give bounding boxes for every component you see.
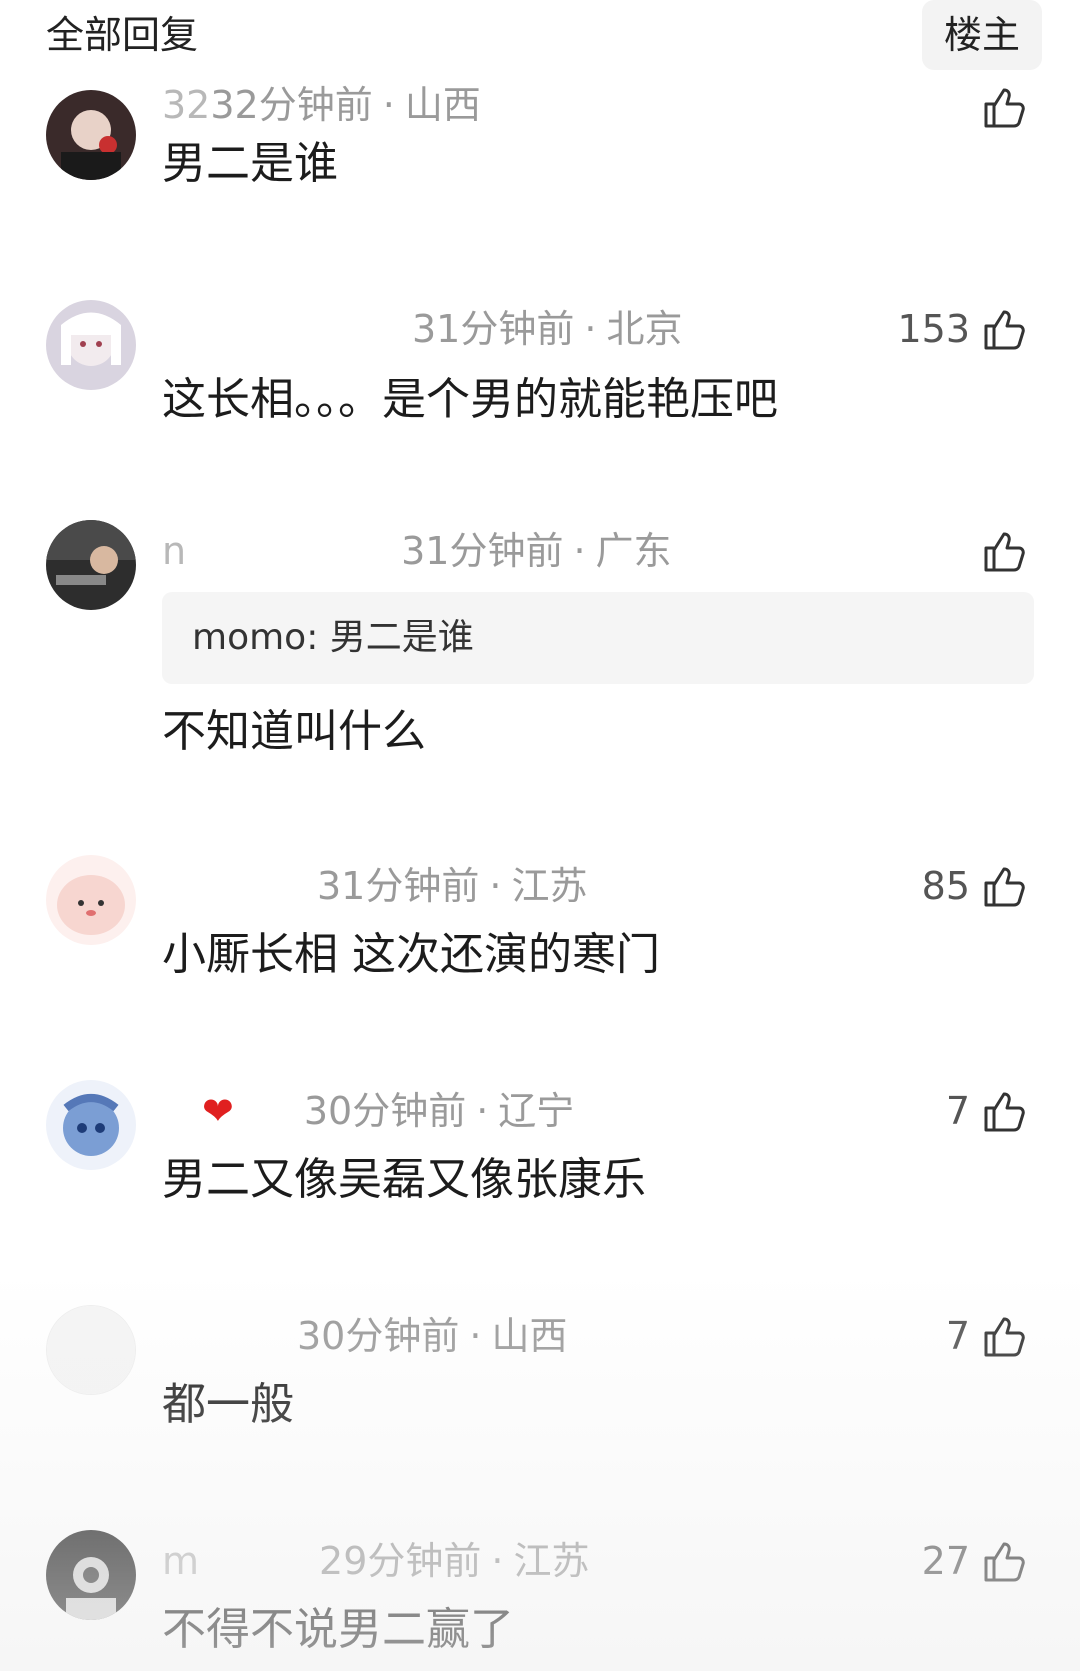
thumbs-up-icon[interactable] [980,1313,1028,1361]
comment-text: 男二是谁 [162,138,338,189]
thumbs-up-icon[interactable] [980,863,1028,911]
username[interactable]: m [162,1539,199,1583]
comment-time: 30分钟前 [303,1089,467,1133]
comment-location: 山西 [404,83,481,127]
comment-location: 辽宁 [498,1089,575,1133]
comment-location: 北京 [606,307,683,351]
avatar-image [47,1306,135,1394]
comment-time: 31分钟前 [412,307,575,351]
header-bar: 全部回复 楼主 [0,0,1080,80]
comment-text: 都一般 [162,1379,294,1430]
thumbs-up-icon[interactable] [980,1088,1028,1136]
username[interactable]: 32 [162,83,210,127]
avatar[interactable] [46,90,136,180]
comment-time: 30分钟前 [297,1314,460,1358]
comment-meta: 30分钟前 · 山西 [297,1314,568,1358]
like-count: 27 [921,1539,970,1583]
comment-text: 不得不说男二赢了 [162,1604,514,1655]
comment-text: 不知道叫什么 [162,706,426,757]
comment-meta: 31分钟前 · 江苏 [317,864,588,908]
comment-time: 31分钟前 [317,864,480,908]
thumbs-up-icon[interactable] [980,84,1028,132]
comment-text: 这长相。。。是个男的就能艳压吧 [162,374,778,425]
avatar[interactable] [46,520,136,610]
like-count: 7 [945,1314,970,1358]
avatar-image [46,1080,136,1170]
avatar[interactable] [46,1305,136,1395]
comment-location: 广东 [595,529,672,573]
comment-meta: n 31分钟前 · 广东 [162,529,672,573]
comment-meta: ❤ 30分钟前 · 辽宁 [202,1089,575,1133]
heart-emoji-icon: ❤ [202,1089,234,1133]
thumbs-up-icon[interactable] [980,306,1028,354]
owner-only-button[interactable]: 楼主 [922,0,1042,70]
avatar-image [46,1530,136,1620]
all-replies-title: 全部回复 [46,13,199,57]
comment-meta: 31分钟前 · 北京 [412,307,683,351]
comment-meta: 3232分钟前 · 山西 [162,83,481,127]
avatar-image [46,855,136,945]
thumbs-up-icon[interactable] [980,1538,1028,1586]
comment-time: 29分钟前 [319,1539,482,1583]
comment-location: 山西 [491,1314,568,1358]
avatar-image [46,520,136,610]
avatar[interactable] [46,1080,136,1170]
comment-time: 31分钟前 [401,529,564,573]
comment-time: 32分钟前 [210,83,373,127]
username[interactable]: n [162,529,186,573]
avatar[interactable] [46,300,136,390]
comment-location: 江苏 [513,1539,590,1583]
like-count: 7 [945,1089,970,1133]
avatar[interactable] [46,1530,136,1620]
avatar-image [46,90,136,180]
like-count: 153 [897,307,970,351]
comment-text: 男二又像吴磊又像张康乐 [162,1154,646,1205]
comment-meta: m 29分钟前 · 江苏 [162,1539,590,1583]
like-count: 85 [921,864,970,908]
comment-location: 江苏 [511,864,588,908]
avatar-image [46,300,136,390]
thumbs-up-icon[interactable] [980,528,1028,576]
quoted-reply[interactable]: momo: 男二是谁 [162,592,1034,684]
comment-text: 小厮长相 这次还演的寒门 [162,929,660,980]
avatar[interactable] [46,855,136,945]
